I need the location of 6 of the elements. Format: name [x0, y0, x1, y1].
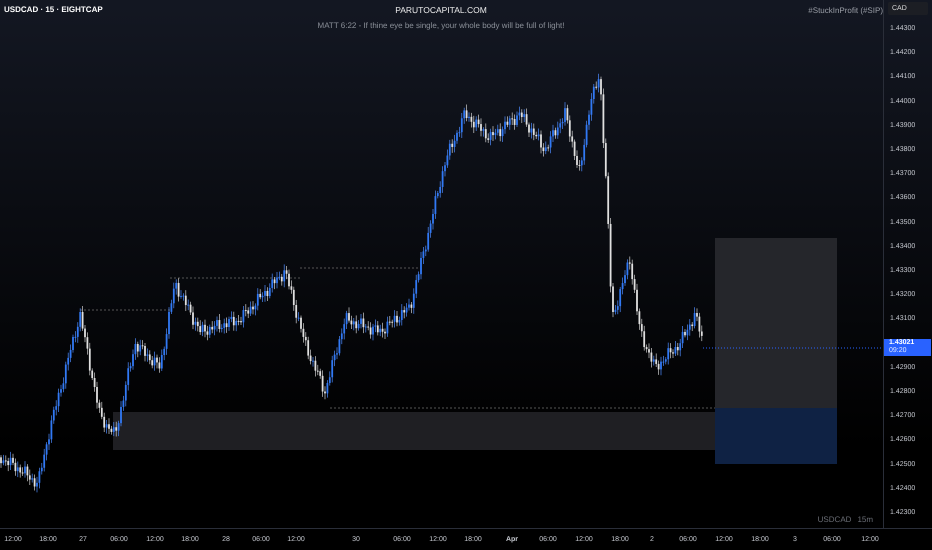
- hashtag-text: #StuckInProfit (#SIP): [808, 6, 883, 15]
- legend-symbol: USDCAD: [818, 515, 852, 524]
- symbol-title: USDCAD · 15 · EIGHTCAP: [4, 5, 103, 14]
- legend-interval: 15m: [857, 515, 873, 524]
- caption-text: MATT 6:22 - If thine eye be single, your whole body will be full of light!: [318, 21, 564, 30]
- site-watermark: PARUTOCAPITAL.COM: [395, 5, 487, 15]
